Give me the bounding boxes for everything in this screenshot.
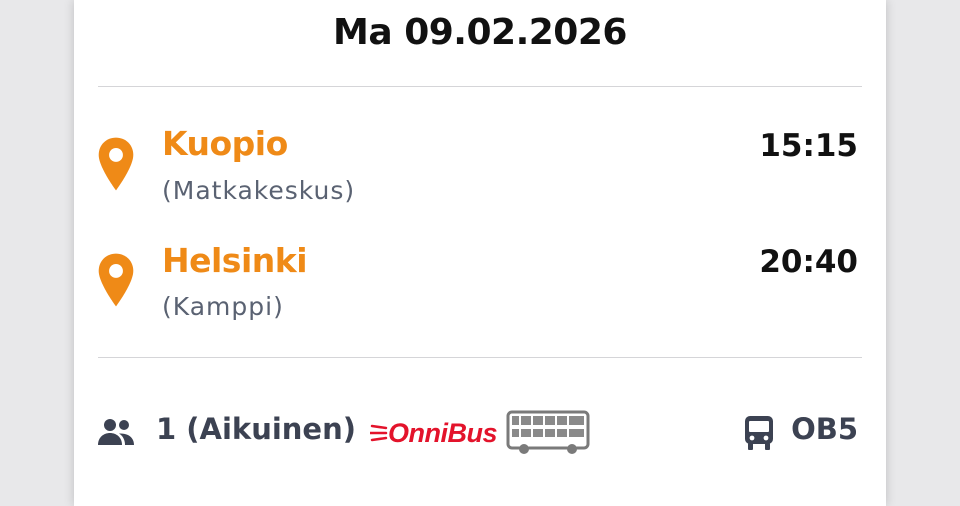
divider <box>98 357 862 358</box>
trip-card: Ma 09.02.2026 Kuopio (Matkakeskus) 15:15… <box>74 0 886 506</box>
passengers-icon <box>98 419 134 445</box>
location-pin-icon <box>98 137 134 191</box>
logo-swoosh-icon <box>370 424 388 442</box>
arrival-city: Helsinki <box>162 241 308 280</box>
location-pin-icon <box>98 253 134 307</box>
trip-footer: 1 (Aikuinen) OnniBus OB5 <box>74 400 886 464</box>
arrival-station: (Kamppi) <box>162 292 284 321</box>
onnibus-logo: OnniBus <box>370 410 592 456</box>
double-decker-bus-icon <box>506 410 590 454</box>
operator-name: OnniBus <box>388 418 498 448</box>
departure-station: (Matkakeskus) <box>162 176 356 205</box>
passenger-count: 1 (Aikuinen) <box>156 412 356 446</box>
bus-icon <box>745 416 773 450</box>
trip-date: Ma 09.02.2026 <box>333 12 627 53</box>
arrival-time: 20:40 <box>759 244 858 280</box>
departure-time: 15:15 <box>759 128 858 164</box>
departure-city: Kuopio <box>162 124 288 163</box>
route-code: OB5 <box>791 412 858 446</box>
divider <box>98 86 862 87</box>
